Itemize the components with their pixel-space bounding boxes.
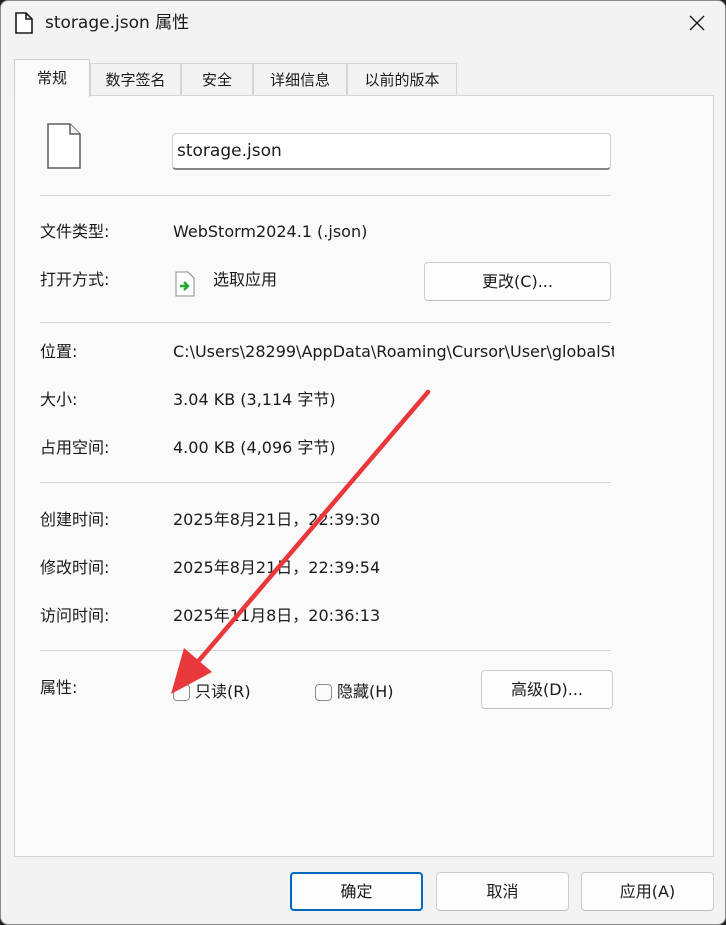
location-value: C:\Users\28299\AppData\Roaming\Cursor\Us…	[173, 342, 614, 361]
apply-button[interactable]: 应用(A)	[581, 872, 714, 911]
accessed-label: 访问时间:	[40, 606, 110, 625]
divider	[40, 322, 611, 323]
opens-with-value: 选取应用	[213, 270, 278, 289]
general-panel: 文件类型: WebStorm2024.1 (.json) 打开方式: 选取应用 …	[14, 95, 714, 857]
created-value: 2025年8月21日，22:39:30	[173, 510, 381, 529]
hidden-checkbox-box[interactable]	[315, 683, 332, 701]
close-icon	[689, 15, 705, 31]
location-label: 位置:	[40, 342, 78, 361]
accessed-value: 2025年11月8日，20:36:13	[173, 606, 381, 625]
readonly-checkbox-label: 只读(R)	[195, 682, 251, 701]
opens-with-label: 打开方式:	[40, 270, 110, 289]
ok-button[interactable]: 确定	[290, 872, 423, 911]
document-icon	[15, 12, 33, 34]
divider	[40, 650, 611, 651]
modified-value: 2025年8月21日，22:39:54	[173, 558, 381, 577]
properties-dialog: storage.json 属性 常规 数字签名 安全 详细信息 以前的版本 文件…	[0, 0, 726, 925]
size-value: 3.04 KB (3,114 字节)	[173, 390, 336, 409]
window-title: storage.json 属性	[45, 13, 190, 33]
filename-input[interactable]	[172, 133, 611, 170]
readonly-checkbox-box[interactable]	[173, 683, 190, 701]
divider	[40, 482, 611, 483]
hidden-checkbox-label: 隐藏(H)	[337, 682, 394, 701]
tab-previous-versions[interactable]: 以前的版本	[347, 63, 457, 95]
tab-security[interactable]: 安全	[181, 63, 253, 95]
cancel-button[interactable]: 取消	[436, 872, 569, 911]
attributes-label: 属性:	[40, 678, 78, 697]
hidden-checkbox[interactable]: 隐藏(H)	[315, 681, 394, 703]
file-icon	[47, 123, 81, 169]
title-bar[interactable]: storage.json 属性	[1, 1, 725, 47]
created-label: 创建时间:	[40, 510, 110, 529]
tab-general[interactable]: 常规	[14, 59, 90, 97]
advanced-button[interactable]: 高级(D)...	[481, 670, 613, 709]
readonly-checkbox[interactable]: 只读(R)	[173, 681, 251, 703]
size-on-disk-value: 4.00 KB (4,096 字节)	[173, 438, 336, 457]
tab-digital-signatures[interactable]: 数字签名	[90, 63, 181, 95]
modified-label: 修改时间:	[40, 558, 110, 577]
close-button[interactable]	[669, 1, 725, 45]
size-on-disk-label: 占用空间:	[40, 438, 110, 457]
tab-strip: 常规 数字签名 安全 详细信息 以前的版本	[14, 59, 714, 97]
change-button[interactable]: 更改(C)...	[424, 262, 611, 301]
divider	[40, 195, 611, 196]
file-type-value: WebStorm2024.1 (.json)	[173, 222, 368, 241]
tab-details[interactable]: 详细信息	[253, 63, 347, 95]
size-label: 大小:	[40, 390, 78, 409]
opens-with-icon	[175, 271, 195, 297]
file-type-label: 文件类型:	[40, 222, 110, 241]
